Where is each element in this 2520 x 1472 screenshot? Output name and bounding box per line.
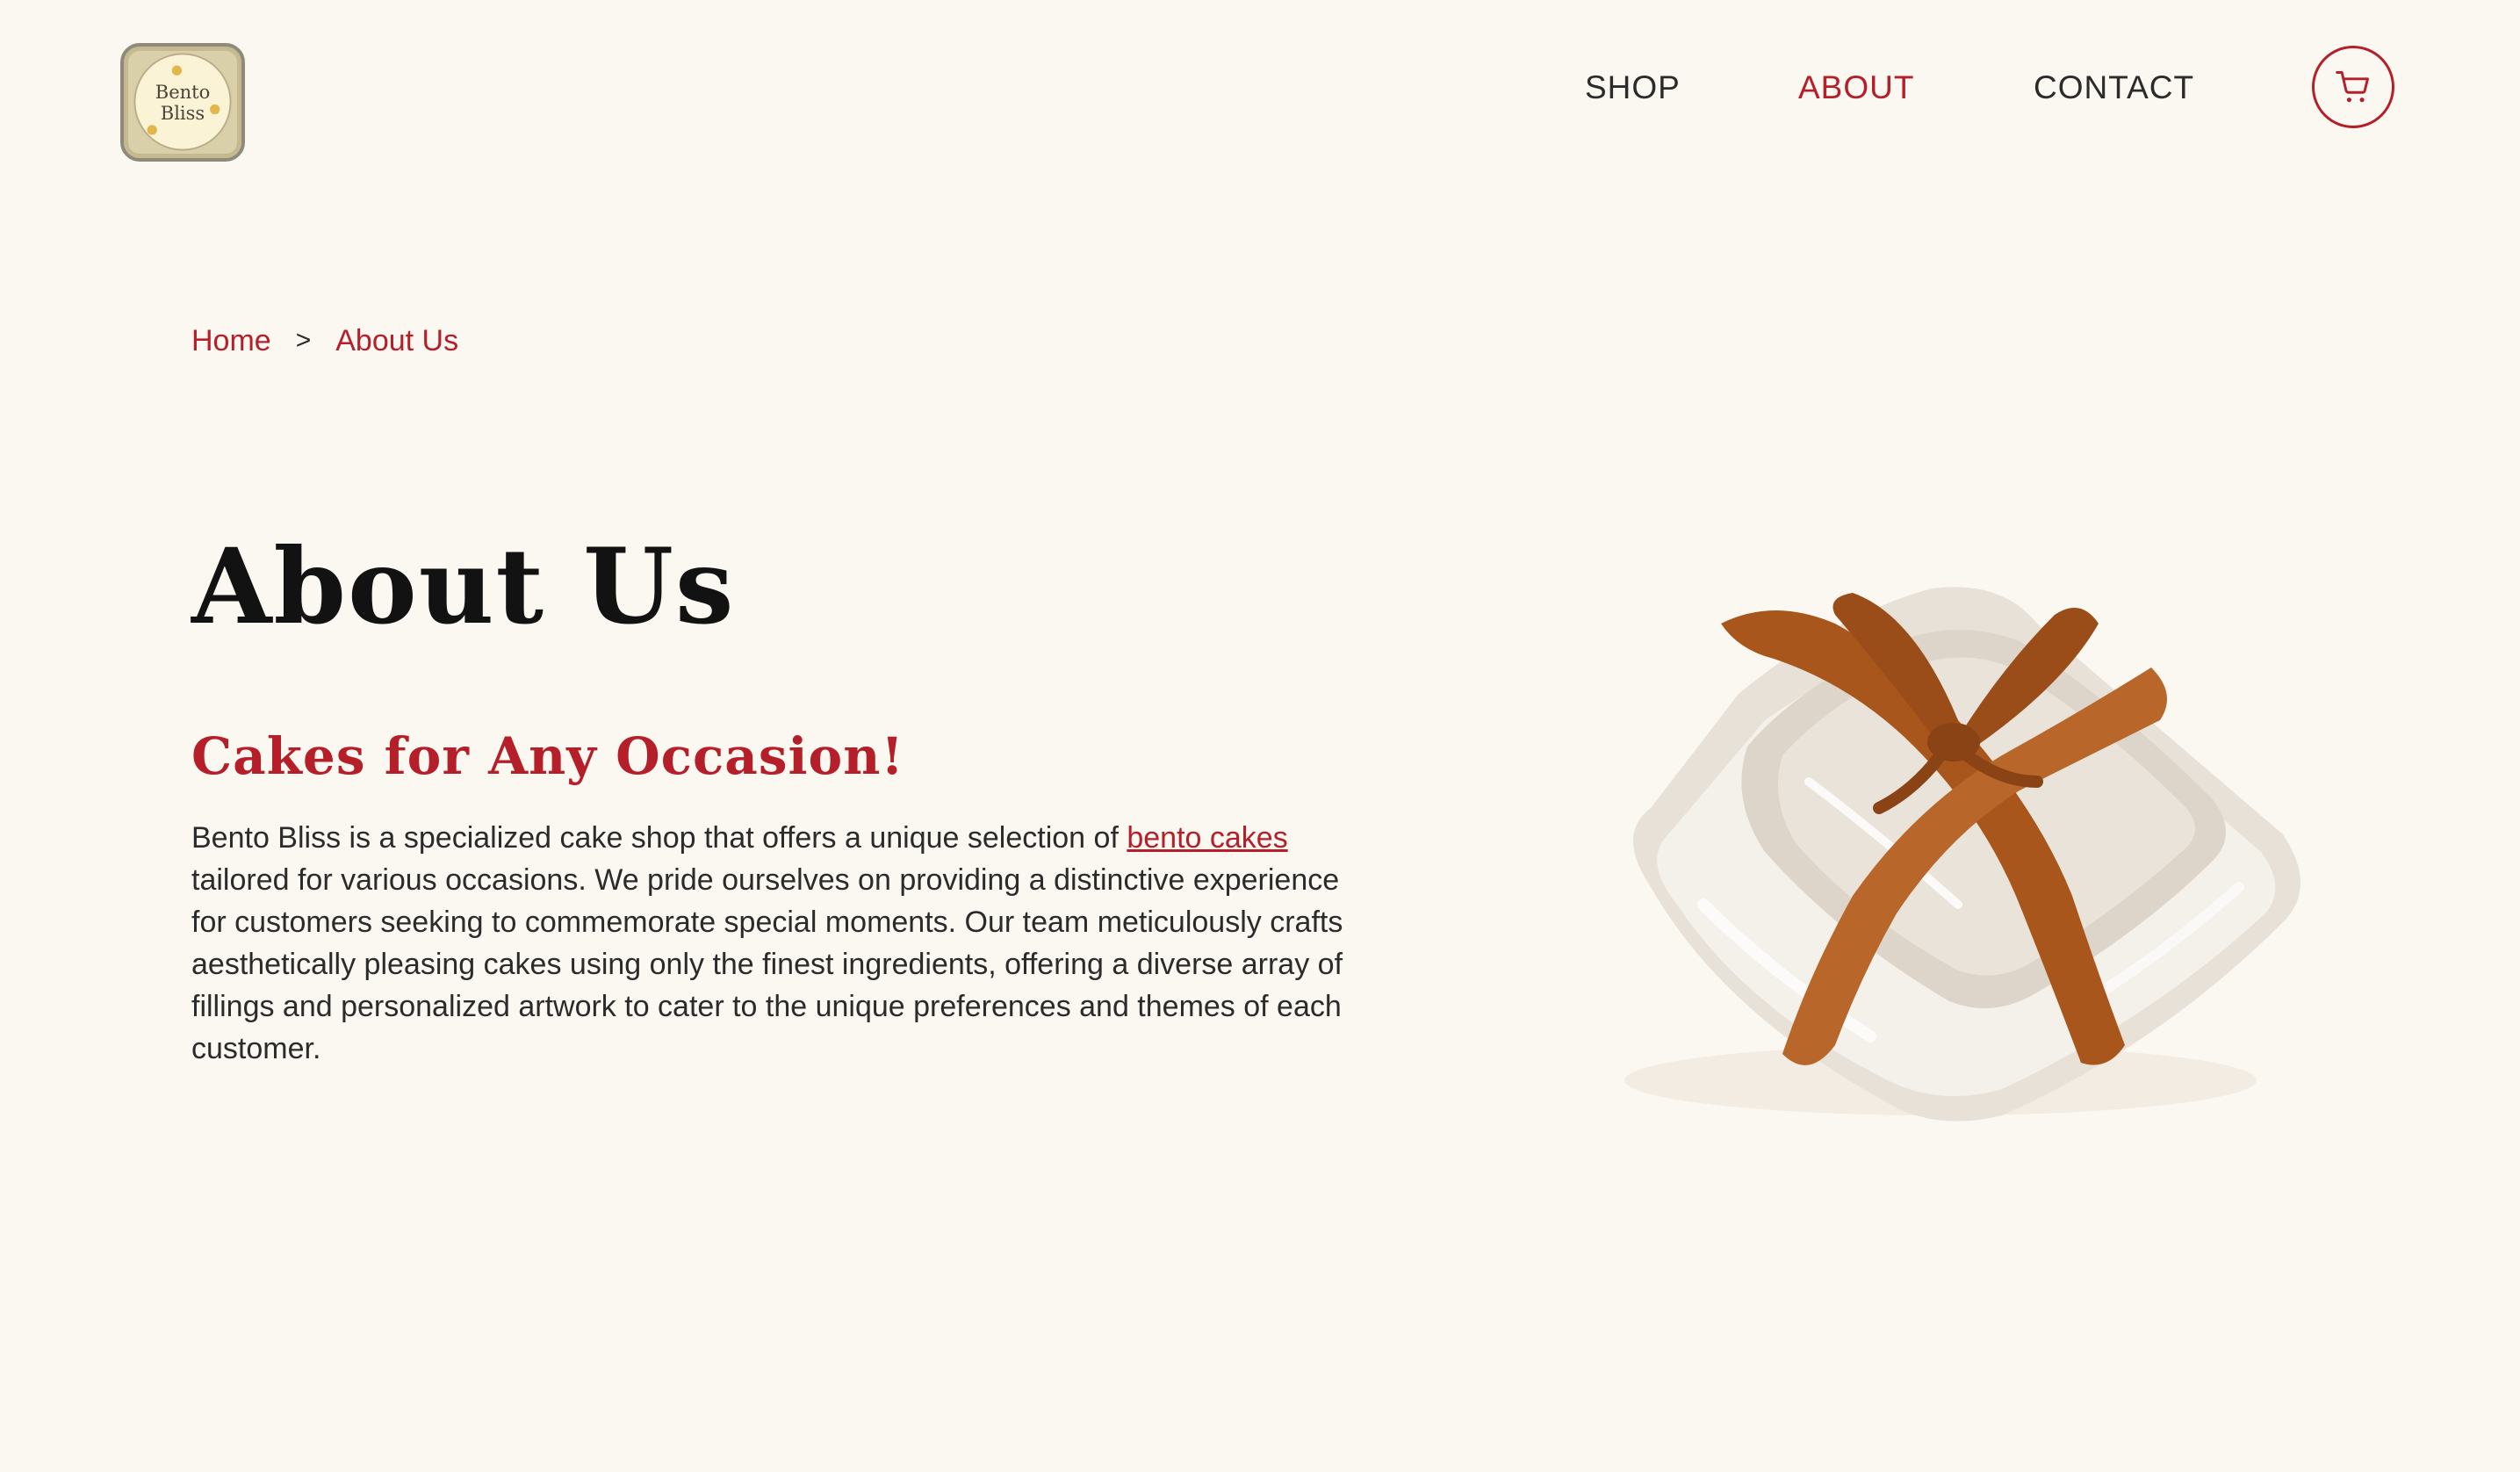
nav-about[interactable]: ABOUT [1798,66,1914,110]
nav-shop[interactable]: SHOP [1585,66,1681,110]
about-text-start: Bento Bliss is a specialized cake shop t… [191,821,1127,855]
bento-cakes-link[interactable]: bento cakes [1127,821,1287,855]
about-text-end: tailored for various occasions. We pride… [191,863,1343,1065]
breadcrumb: Home > About Us [191,321,458,360]
about-paragraph: Bento Bliss is a specialized cake shop t… [191,817,1368,1070]
main-navigation: SHOP ABOUT CONTACT [0,66,2520,110]
bento-cake-illustration [1624,587,2300,1122]
shopping-cart-icon [2336,71,2369,103]
breadcrumb-home[interactable]: Home [191,321,271,360]
nav-contact[interactable]: CONTACT [2034,66,2194,110]
section-subtitle: Cakes for Any Occasion! [191,726,904,786]
breadcrumb-current: About Us [335,324,459,357]
breadcrumb-separator: > [295,326,312,355]
cart-button[interactable] [2312,46,2394,128]
page-title: About Us [191,525,736,647]
